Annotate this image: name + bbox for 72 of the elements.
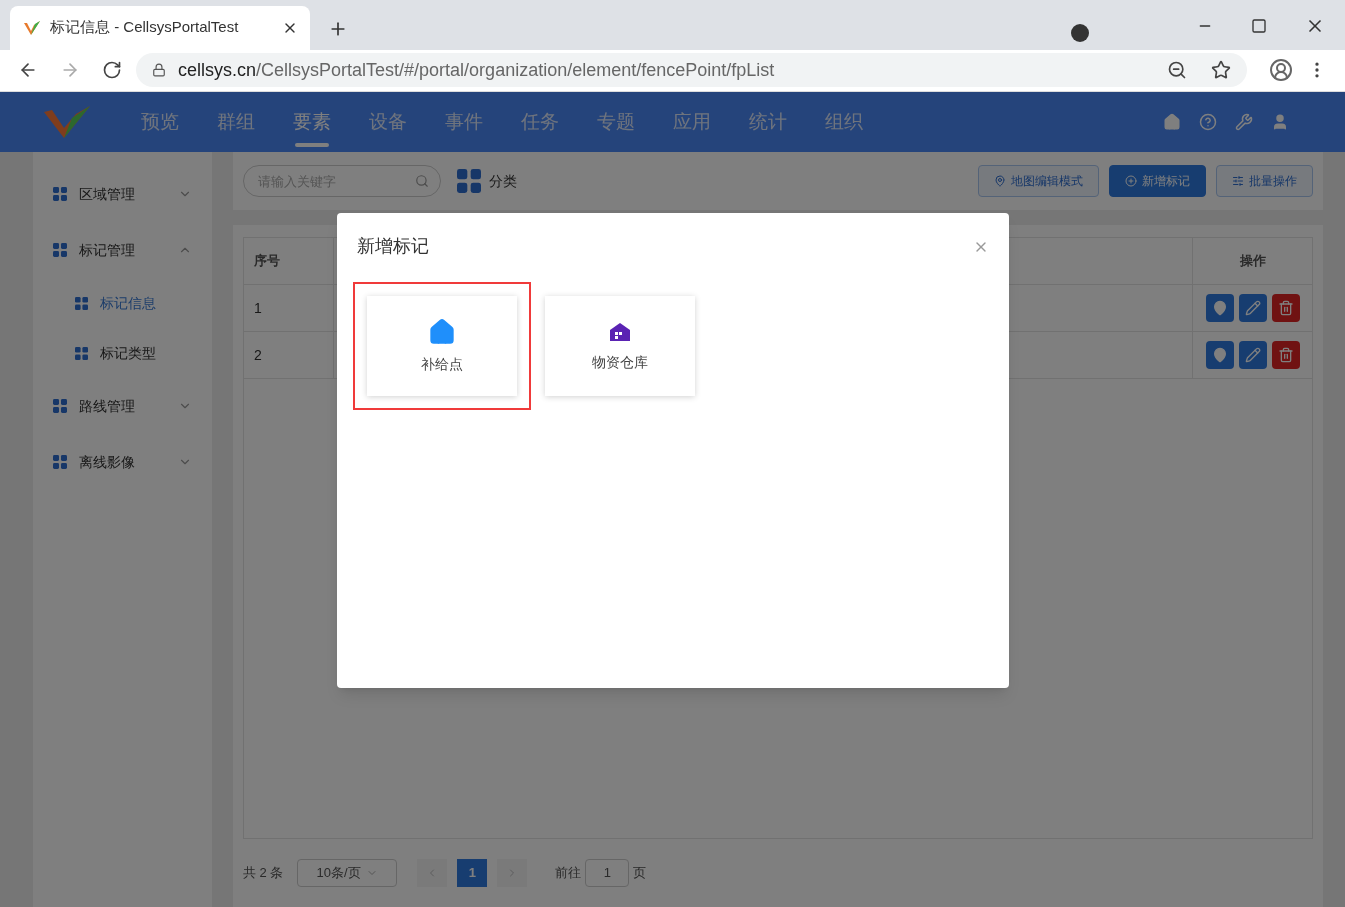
nav-tab[interactable]: 应用 — [654, 92, 730, 152]
option-card[interactable]: 物资仓库 — [545, 296, 695, 396]
column-header: 序号 — [244, 238, 334, 284]
nav-tab[interactable]: 组织 — [806, 92, 882, 152]
page-button[interactable]: 1 — [457, 859, 488, 887]
sidebar-group[interactable]: 离线影像 — [33, 434, 212, 490]
toolbar-button[interactable]: 批量操作 — [1216, 165, 1313, 197]
delete-button[interactable] — [1271, 294, 1300, 322]
nav-tab[interactable]: 统计 — [730, 92, 806, 152]
toolbar-button[interactable]: 地图编辑模式 — [978, 165, 1099, 197]
map-pin-icon — [1211, 347, 1228, 363]
grid-icon — [53, 243, 67, 257]
house-icon — [428, 317, 456, 346]
grid-icon — [53, 187, 67, 201]
nav-tab[interactable]: 设备 — [350, 92, 426, 152]
map-pin-icon — [1211, 300, 1228, 316]
address-field[interactable]: cellsys.cn/CellsysPortalTest/#/portal/organization/element/fencePoint/fpList — [136, 53, 1247, 88]
home-icon[interactable] — [1163, 113, 1181, 131]
map-pin-icon — [994, 175, 1006, 187]
sidebar-group[interactable]: 路线管理 — [33, 378, 212, 434]
browser-tab[interactable]: 标记信息 - CellsysPortalTest — [10, 5, 310, 50]
pencil-icon — [1244, 300, 1261, 316]
help-icon[interactable] — [1199, 113, 1217, 131]
zoom-out-icon[interactable] — [1167, 60, 1187, 81]
sidebar-group[interactable]: 标记管理 — [33, 222, 212, 278]
column-header: 操作 — [1192, 238, 1312, 284]
locate-button[interactable] — [1205, 294, 1234, 322]
sidebar-item[interactable]: 标记类型 — [33, 328, 212, 378]
nav-tab[interactable]: 预览 — [122, 92, 198, 152]
edit-button[interactable] — [1238, 294, 1267, 322]
plus-circle-icon — [1125, 175, 1137, 187]
trash-icon — [1277, 300, 1294, 316]
sliders-icon — [1232, 175, 1244, 187]
goto-page-field[interactable]: 1 — [585, 859, 630, 887]
pencil-icon — [1244, 347, 1261, 363]
page-size-select[interactable]: 10条/页 — [297, 859, 398, 887]
trash-icon — [1277, 347, 1294, 363]
search-icon — [415, 174, 429, 188]
reload-icon[interactable] — [102, 60, 122, 81]
nav-tab[interactable]: 任务 — [502, 92, 578, 152]
nav-tab[interactable]: 要素 — [274, 92, 350, 152]
user-icon[interactable] — [1271, 113, 1289, 131]
sidebar-group[interactable]: 区域管理 — [33, 166, 212, 222]
add-button[interactable]: 新增标记 — [1109, 165, 1206, 197]
star-icon[interactable] — [1211, 60, 1231, 81]
edit-button[interactable] — [1238, 341, 1267, 369]
grid-icon — [75, 296, 88, 310]
maximize-icon[interactable] — [1251, 18, 1267, 34]
sidebar-item[interactable]: 标记信息 — [33, 278, 212, 328]
table-cell: 2 — [244, 332, 334, 378]
category-label: 分类 — [489, 171, 517, 191]
grid-icon — [53, 399, 67, 413]
grid-icon — [75, 346, 88, 360]
goto-suffix: 页 — [633, 864, 647, 883]
lock-icon — [152, 63, 166, 78]
logo-icon — [42, 104, 92, 140]
tab-title: 标记信息 - CellsysPortalTest — [50, 17, 240, 38]
nav-tab[interactable]: 专题 — [578, 92, 654, 152]
option-card[interactable]: 补给点 — [367, 296, 517, 396]
nav-tab[interactable]: 群组 — [198, 92, 274, 152]
nav-tab[interactable]: 事件 — [426, 92, 502, 152]
tools-icon[interactable] — [1235, 113, 1253, 131]
locate-button[interactable] — [1205, 341, 1234, 369]
profile-icon[interactable] — [1269, 58, 1293, 83]
url-text: cellsys.cn/CellsysPortalTest/#/portal/organization/element/fencePoint/fpList — [178, 58, 776, 82]
delete-button[interactable] — [1271, 341, 1300, 369]
grid-icon — [457, 169, 481, 193]
goto-label: 前往 — [555, 864, 582, 883]
dialog-title: 新增标记 — [357, 235, 429, 258]
total-count: 共 2 条 — [243, 864, 284, 883]
grid-icon — [53, 455, 67, 469]
table-cell: 1 — [244, 285, 334, 331]
